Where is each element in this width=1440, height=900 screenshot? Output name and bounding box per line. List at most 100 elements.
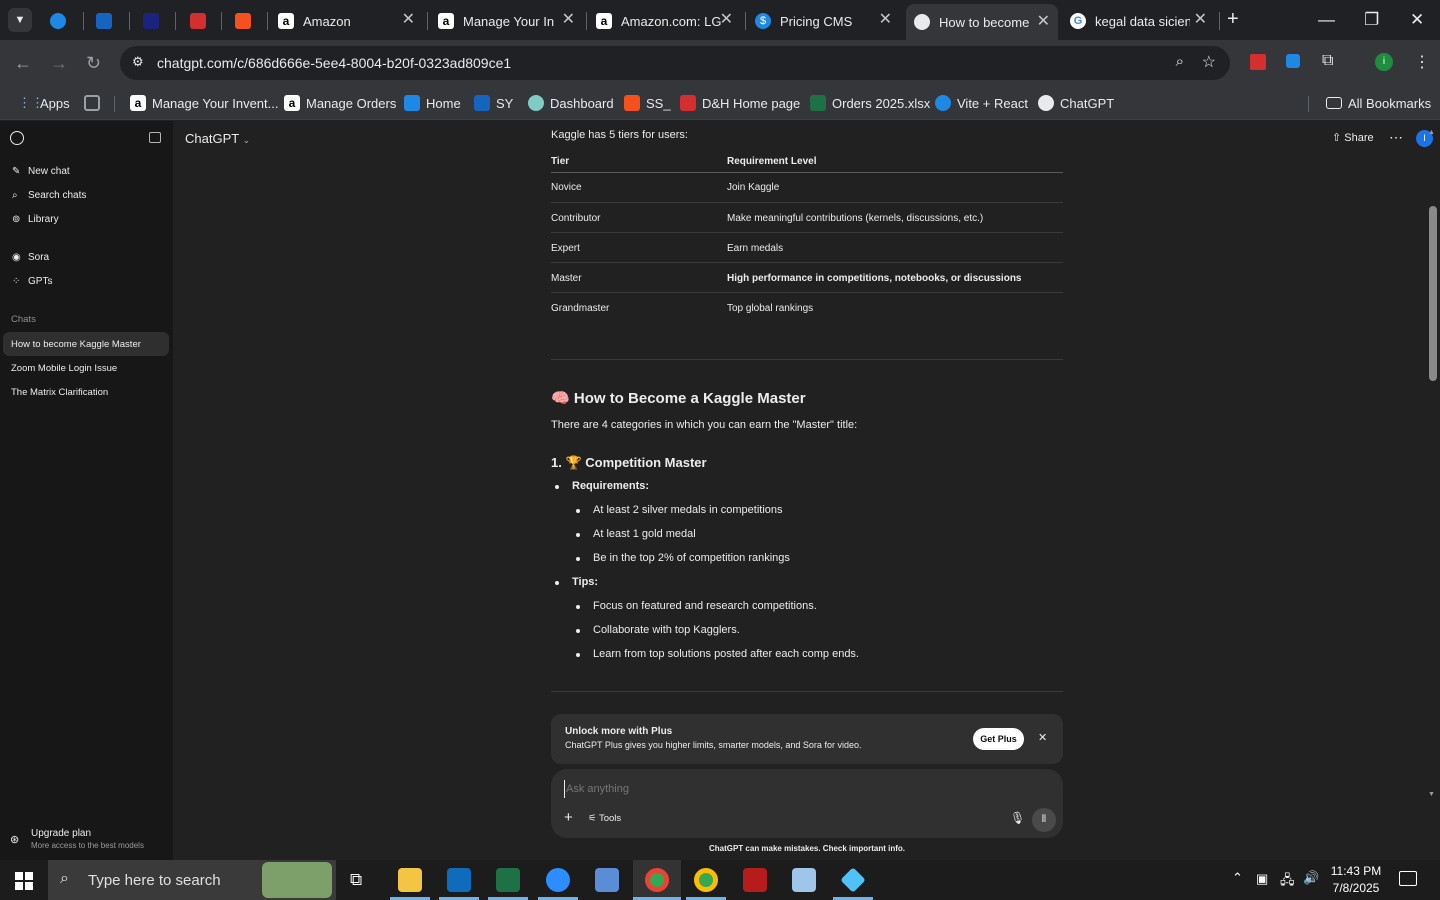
more-options-icon[interactable]: ⋯ <box>1389 129 1403 146</box>
chrome-profile-icon[interactable] <box>694 868 718 892</box>
close-icon[interactable]: ✕ <box>402 12 415 28</box>
new-chat-button[interactable]: ✎ New chat <box>12 166 70 177</box>
tab-pricing-cms[interactable]: $ Pricing CMS ✕ <box>755 6 900 36</box>
add-attachment-icon[interactable]: + <box>564 809 573 826</box>
network-icon[interactable]: 🖧 <box>1280 871 1295 893</box>
windows-start-icon[interactable] <box>15 872 33 890</box>
zoom-app-icon[interactable] <box>546 868 570 892</box>
browser-tab-strip: ▼ a Amazon ✕ a Manage Your In ✕ a Amazon… <box>0 0 1440 40</box>
tab-active-chatgpt[interactable]: How to become ✕ <box>906 4 1058 40</box>
back-icon[interactable]: ← <box>14 53 32 74</box>
profile-avatar[interactable]: i <box>1375 53 1393 71</box>
share-button[interactable]: ⇧ Share <box>1332 131 1374 144</box>
close-icon[interactable]: ✕ <box>562 12 575 28</box>
tab-amazon-lg[interactable]: a Amazon.com: LG ✕ <box>596 6 741 36</box>
gpts-button[interactable]: ⁘ GPTs <box>12 276 52 287</box>
prompt-input[interactable] <box>564 780 1004 798</box>
scrollbar-thumb[interactable] <box>1429 206 1437 381</box>
close-window-icon[interactable]: ✕ <box>1410 10 1424 30</box>
chrome-menu-icon[interactable]: ⋮ <box>1414 52 1430 72</box>
table-cell: Top global rankings <box>727 303 814 314</box>
tab-pinned-4[interactable] <box>190 6 214 36</box>
bookmark-orders-2025[interactable]: Orders 2025.xlsx <box>810 92 930 114</box>
volume-icon[interactable]: 🔊 <box>1303 870 1319 886</box>
app-icon[interactable] <box>792 868 816 892</box>
tab-title: Amazon.com: LG <box>621 13 721 29</box>
sora-button[interactable]: ◉ Sora <box>12 252 49 263</box>
close-icon[interactable]: ✕ <box>720 12 733 28</box>
forward-icon[interactable]: → <box>50 53 68 74</box>
chat-item-matrix[interactable]: The Matrix Clarification <box>3 380 169 404</box>
bookmark-manage-inventory[interactable]: a Manage Your Invent... <box>130 92 278 114</box>
bookmark-dashboard[interactable]: Dashboard <box>528 92 614 114</box>
bookmark-manage-orders[interactable]: a Manage Orders <box>284 92 396 114</box>
chat-item-kaggle[interactable]: How to become Kaggle Master <box>3 332 169 356</box>
bookmark-label: D&H Home page <box>702 95 801 111</box>
bookmark-apps[interactable]: ⋮⋮ Apps <box>18 92 70 114</box>
table-cell: Novice <box>551 182 582 193</box>
reload-icon[interactable]: ↻ <box>86 53 101 74</box>
upgrade-plan-button[interactable]: ⊛ Upgrade plan More access to the best m… <box>10 828 180 856</box>
bookmark-separator <box>114 96 115 112</box>
task-view-icon[interactable]: ⧉ <box>350 870 362 890</box>
bullet <box>555 581 559 585</box>
minimize-icon[interactable]: — <box>1318 10 1335 30</box>
tools-button[interactable]: ⚟ Tools <box>588 813 621 824</box>
close-icon[interactable]: ✕ <box>1038 731 1047 744</box>
bookmark-home[interactable]: Home <box>404 92 461 114</box>
table-header: Tier Requirement Level <box>551 146 1063 173</box>
close-icon[interactable]: ✕ <box>879 12 892 28</box>
extension-pdf-icon[interactable] <box>1250 54 1266 70</box>
calculator-icon[interactable] <box>595 868 619 892</box>
site-info-icon[interactable]: ⚙ <box>132 54 144 70</box>
bookmark-vite-react[interactable]: Vite + React <box>935 92 1028 114</box>
restore-icon[interactable]: ❐ <box>1364 10 1379 30</box>
outlook-icon[interactable] <box>447 868 471 892</box>
taskbar-search-box[interactable]: ⌕ Type here to search <box>48 860 336 900</box>
bookmark-star-icon[interactable]: ☆ <box>1202 52 1216 72</box>
close-icon[interactable]: ✕ <box>1037 14 1050 30</box>
url-text[interactable]: chatgpt.com/c/686d666e-5ee4-8004-b20f-03… <box>157 55 511 71</box>
tab-search-button[interactable]: ▼ <box>8 8 32 32</box>
tab-pinned-1[interactable] <box>50 6 74 36</box>
tab-google-search[interactable]: G kegal data sicien ✕ <box>1070 6 1215 36</box>
filezilla-icon[interactable] <box>743 868 767 892</box>
chrome-icon[interactable] <box>645 868 669 892</box>
openai-logo-icon[interactable] <box>10 131 24 145</box>
scroll-down-arrow[interactable]: ▼ <box>1428 791 1435 798</box>
app-diamond-icon[interactable] <box>840 867 866 893</box>
new-tab-button[interactable]: + <box>1227 8 1239 31</box>
close-icon[interactable]: ✕ <box>1194 12 1207 28</box>
bookmark-tab-groups[interactable] <box>84 92 106 114</box>
tab-manage-inventory[interactable]: a Manage Your In ✕ <box>438 6 583 36</box>
chat-item-zoom[interactable]: Zoom Mobile Login Issue <box>3 356 169 380</box>
tab-pinned-5[interactable] <box>235 6 259 36</box>
clock[interactable]: 11:43 PM 7/8/2025 <box>1322 864 1390 895</box>
bookmark-ss[interactable]: SS_ <box>624 92 671 114</box>
tab-pinned-2[interactable] <box>96 6 120 36</box>
all-bookmarks[interactable]: All Bookmarks <box>1326 92 1431 114</box>
search-chats-button[interactable]: ⌕ Search chats <box>12 190 86 201</box>
address-bar[interactable]: ⚙ chatgpt.com/c/686d666e-5ee4-8004-b20f-… <box>120 46 1230 80</box>
get-plus-button[interactable]: Get Plus <box>973 728 1024 750</box>
extension-blue-icon[interactable] <box>1286 54 1300 68</box>
notifications-icon[interactable] <box>1399 871 1417 886</box>
bookmark-sy[interactable]: SY <box>474 92 513 114</box>
extensions-puzzle-icon[interactable]: ⧉ <box>1322 52 1333 70</box>
close-sidebar-icon[interactable] <box>149 132 161 143</box>
microphone-icon[interactable]: 🎙 <box>1010 811 1025 825</box>
chevron-up-icon[interactable]: ⌃ <box>1232 870 1243 886</box>
library-button[interactable]: ⊚ Library <box>12 214 59 225</box>
tab-pinned-3[interactable] <box>143 6 167 36</box>
file-explorer-icon[interactable] <box>398 868 422 892</box>
tab-amazon[interactable]: a Amazon ✕ <box>278 6 423 36</box>
bookmark-dh-home[interactable]: D&H Home page <box>680 92 800 114</box>
bookmark-chatgpt[interactable]: ChatGPT <box>1038 92 1114 114</box>
tray-app-icon[interactable]: ▣ <box>1256 871 1268 887</box>
scroll-up-arrow[interactable]: ▲ <box>1428 129 1435 136</box>
excel-icon[interactable] <box>496 868 520 892</box>
zoom-icon[interactable]: ⌕ <box>1176 53 1184 70</box>
voice-mode-icon[interactable]: ⦀ <box>1032 808 1056 832</box>
model-selector[interactable]: ChatGPT ⌄ <box>185 131 250 146</box>
amazon-icon: a <box>130 95 146 111</box>
